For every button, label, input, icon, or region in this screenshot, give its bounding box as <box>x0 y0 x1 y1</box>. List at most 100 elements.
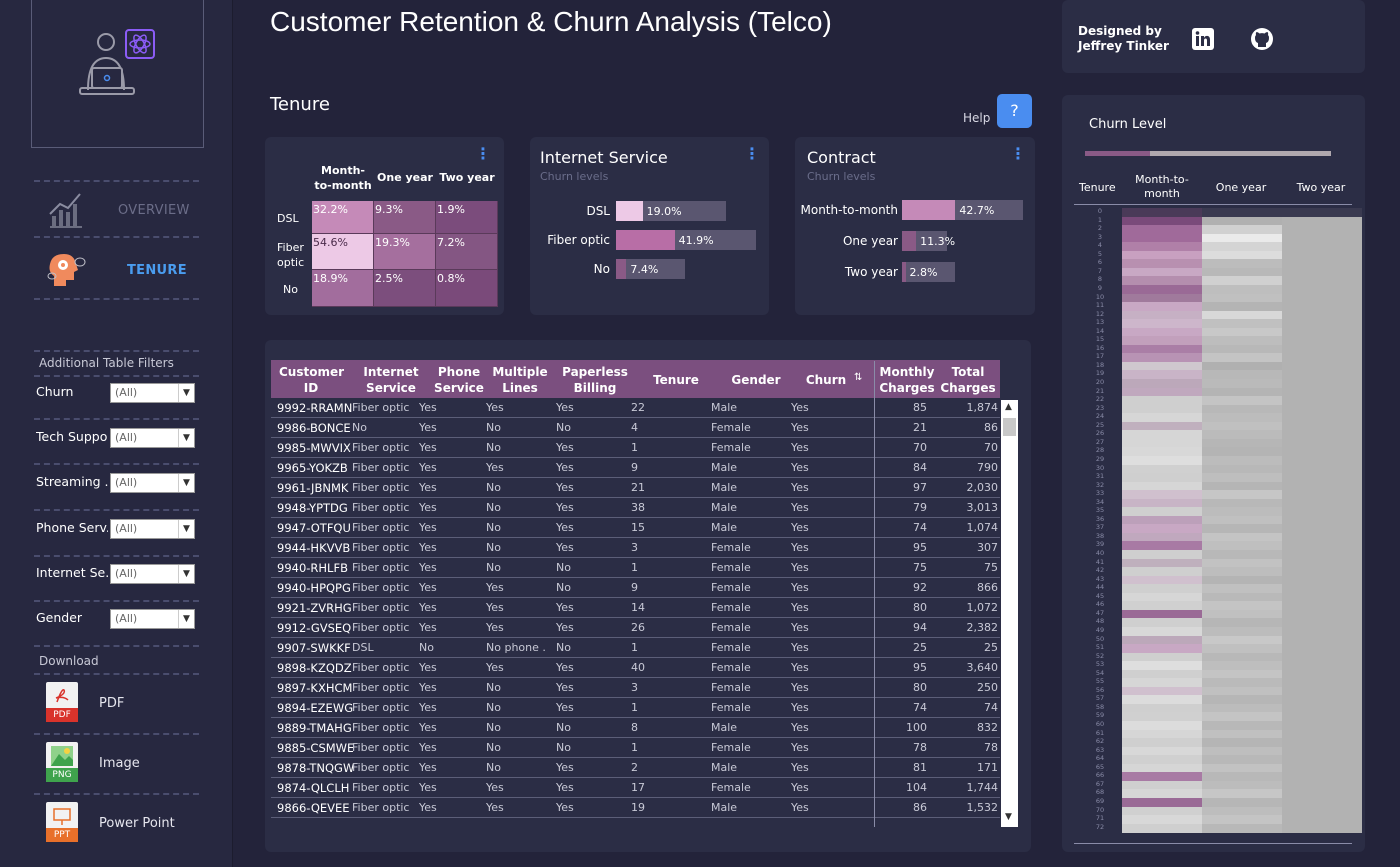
heatmap-cell[interactable]: 32.2% <box>312 201 374 234</box>
bar-fill[interactable] <box>902 231 917 251</box>
table-col-header[interactable]: Customer ID <box>279 364 344 396</box>
heatmap-cell[interactable]: 1.9% <box>436 201 498 234</box>
chevron-down-icon[interactable]: ▼ <box>178 565 194 583</box>
heatmap-cell[interactable]: 9.3% <box>374 201 436 234</box>
bar-fill[interactable] <box>902 262 906 282</box>
download-image[interactable]: Image <box>99 756 140 771</box>
heatmap-cell[interactable]: 2.5% <box>374 270 436 307</box>
filter-streaming-select[interactable]: (All) ▼ <box>110 473 195 493</box>
filter-internet-service-select[interactable]: (All) ▼ <box>110 564 195 584</box>
table-cell: 9885-CSMWE <box>277 741 353 755</box>
scroll-down-icon[interactable]: ▼ <box>1005 812 1012 822</box>
heatmap-cell[interactable]: 0.8% <box>436 270 498 307</box>
chevron-down-icon[interactable]: ▼ <box>178 520 194 538</box>
heatmap-cell[interactable]: 7.2% <box>436 234 498 270</box>
table-row[interactable]: 9986-BONCE No Yes No No 4 Female Yes 21 86 <box>271 418 1000 438</box>
scrollbar-thumb[interactable] <box>1003 418 1016 436</box>
filter-phone-service-value: (All) <box>115 522 138 535</box>
more-options-icon[interactable]: ⋮ <box>1010 146 1026 162</box>
table-row[interactable]: 9898-KZQDZ Fiber optic Yes Yes Yes 40 Female Ye… <box>271 658 1000 678</box>
table-body[interactable]: 9992-RRAMN Fiber optic Yes Yes Yes 22 Male Yes 8… <box>265 398 1005 828</box>
table-row[interactable]: 9921-ZVRHG Fiber optic Yes Yes Yes 14 Female Ye… <box>271 598 1000 618</box>
table-col-header[interactable]: Phone Service <box>431 364 487 396</box>
bar-fill[interactable] <box>902 200 956 220</box>
table-row[interactable]: 9889-TMAHG Fiber optic Yes No No 8 Male Yes 100 8… <box>271 718 1000 738</box>
filter-tech-support-select[interactable]: (All) ▼ <box>110 428 195 448</box>
table-row[interactable]: 9985-MWVIX Fiber optic Yes No Yes 1 Female Yes 7… <box>271 438 1000 458</box>
table-col-header[interactable]: Total Charges <box>937 364 999 396</box>
churn-level-cell[interactable] <box>1122 823 1202 833</box>
table-row[interactable]: 9907-SWKKF DSL No No phone .. No 1 Female Yes 25… <box>271 638 1000 658</box>
png-file-icon[interactable]: PNG <box>46 742 78 782</box>
table-row[interactable]: 9947-OTFQU Fiber optic Yes No Yes 15 Male Yes 74… <box>271 518 1000 538</box>
table-row[interactable]: 9897-KXHCM Fiber optic Yes No Yes 3 Female Yes 8… <box>271 678 1000 698</box>
filter-churn-select[interactable]: (All) ▼ <box>110 383 195 403</box>
github-icon[interactable] <box>1250 27 1274 51</box>
chevron-down-icon[interactable]: ▼ <box>178 384 194 402</box>
head-gears-icon[interactable] <box>46 250 86 288</box>
tenure-tick-label: 14 <box>1095 326 1105 335</box>
table-row[interactable]: 9866-QEVEE Fiber optic Yes Yes Yes 19 Male Yes 8… <box>271 798 1000 818</box>
more-options-icon[interactable]: ⋮ <box>744 146 760 162</box>
growth-chart-icon[interactable] <box>48 190 84 230</box>
table-col-header[interactable]: Monthly Charges <box>878 364 936 396</box>
table-col-header[interactable]: Paperless Billing <box>556 364 634 396</box>
table-col-header[interactable]: Tenure <box>641 372 711 388</box>
table-col-header[interactable]: Multiple Lines <box>492 364 548 396</box>
table-cell: 9961-JBNMK <box>277 481 349 495</box>
pdf-file-icon[interactable]: PDF <box>46 682 78 722</box>
bar-fill[interactable] <box>616 230 675 250</box>
sort-icon[interactable]: ⇅ <box>854 372 862 383</box>
table-cell: 9921-ZVRHG <box>277 601 352 615</box>
tenure-tick-label: 32 <box>1095 480 1105 489</box>
table-row[interactable]: 9965-YOKZB Fiber optic Yes Yes Yes 9 Male Yes 84… <box>271 458 1000 478</box>
nav-overview[interactable]: OVERVIEW <box>118 203 190 218</box>
table-row[interactable]: 9940-RHLFB Fiber optic Yes No No 1 Female Yes 75… <box>271 558 1000 578</box>
heatmap-cell[interactable]: 19.3% <box>374 234 436 270</box>
table-cell: Yes <box>419 441 437 454</box>
linkedin-icon[interactable] <box>1192 28 1214 50</box>
table-row[interactable]: 9885-CSMWE Fiber optic Yes No No 1 Female Yes 78… <box>271 738 1000 758</box>
table-scrollbar[interactable]: ▲ ▼ <box>1001 400 1018 827</box>
table-cell: 104 <box>906 781 927 794</box>
more-options-icon[interactable]: ⋮ <box>475 146 491 162</box>
help-button[interactable]: ? <box>997 94 1032 128</box>
heatmap-cell[interactable]: 18.9% <box>312 270 374 307</box>
table-col-header[interactable]: Churn <box>801 372 851 388</box>
chevron-down-icon[interactable]: ▼ <box>178 429 194 447</box>
table-row[interactable]: 9948-YPTDG Fiber optic Yes No Yes 38 Male Yes 79… <box>271 498 1000 518</box>
table-row[interactable]: 9961-JBNMK Fiber optic Yes No Yes 21 Male Yes 97… <box>271 478 1000 498</box>
table-cell: 81 <box>913 761 927 774</box>
tenure-tick-label: 30 <box>1095 463 1105 472</box>
filter-gender-select[interactable]: (All) ▼ <box>110 609 195 629</box>
table-row[interactable]: 9874-QLCLH Fiber optic Yes Yes Yes 17 Female Ye… <box>271 778 1000 798</box>
churn-level-cell[interactable] <box>1282 823 1362 833</box>
download-pdf[interactable]: PDF <box>99 696 124 711</box>
nav-tenure[interactable]: TENURE <box>127 263 187 278</box>
table-cell: Yes <box>419 541 437 554</box>
bar-fill[interactable] <box>616 259 627 279</box>
table-cell: Yes <box>419 621 437 634</box>
scroll-up-icon[interactable]: ▲ <box>1005 402 1012 412</box>
internet-service-subtitle: Churn levels <box>540 170 609 183</box>
filter-phone-service-select[interactable]: (All) ▼ <box>110 519 195 539</box>
download-powerpoint[interactable]: Power Point <box>99 816 175 831</box>
table-col-header[interactable]: Internet Service <box>358 364 424 396</box>
table-row[interactable]: 9944-HKVVB Fiber optic Yes No Yes 3 Female Yes 9… <box>271 538 1000 558</box>
table-col-header[interactable]: Gender <box>721 372 791 388</box>
table-row[interactable]: 9940-HPQPG Fiber optic Yes Yes No 9 Female Yes 9… <box>271 578 1000 598</box>
chevron-down-icon[interactable]: ▼ <box>178 474 194 492</box>
ppt-file-icon[interactable]: PPT <box>46 802 78 842</box>
churn-level-cell[interactable] <box>1202 823 1282 833</box>
table-row[interactable]: 9878-TNQGW Fiber optic Yes No Yes 2 Male Yes 81 1… <box>271 758 1000 778</box>
table-row[interactable]: 9992-RRAMN Fiber optic Yes Yes Yes 22 Male Yes 8… <box>271 398 1000 418</box>
table-cell: DSL <box>352 641 374 654</box>
table-cell: Yes <box>791 661 809 674</box>
bar-fill[interactable] <box>616 201 643 221</box>
tenure-tick-label: 25 <box>1095 420 1105 429</box>
table-row[interactable]: 9894-EZEWG Fiber optic Yes No Yes 1 Female Yes 7… <box>271 698 1000 718</box>
heatmap-cell[interactable]: 54.6% <box>312 234 374 270</box>
tenure-tick-label: 28 <box>1095 446 1105 455</box>
table-row[interactable]: 9912-GVSEQ Fiber optic Yes Yes Yes 26 Female Ye… <box>271 618 1000 638</box>
chevron-down-icon[interactable]: ▼ <box>178 610 194 628</box>
